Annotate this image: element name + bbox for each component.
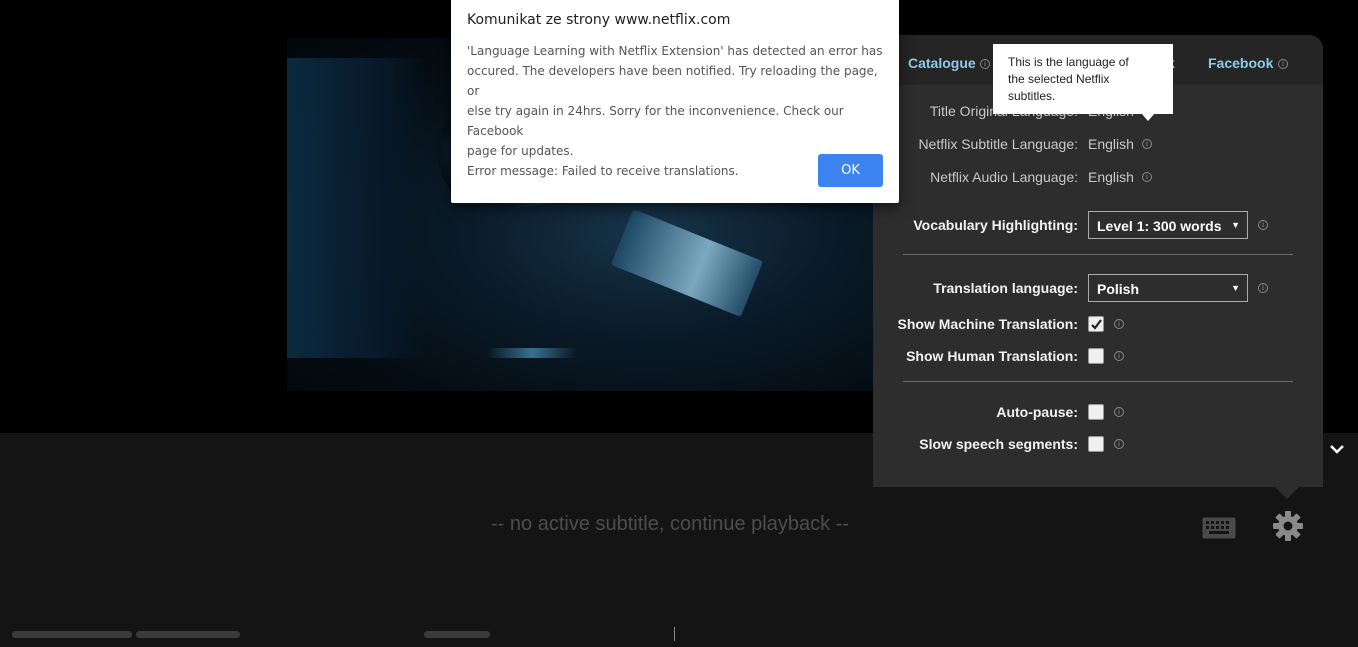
video-scene-wall [287,58,427,358]
ok-button[interactable]: OK [818,154,883,187]
tab-catalogue[interactable]: Catalogue [908,55,976,71]
alert-dialog: Komunikat ze strony www.netflix.com 'Lan… [451,0,899,203]
timeline-segment[interactable] [12,631,132,638]
machine-translation-label: Show Machine Translation: [897,316,1078,332]
tooltip-line: This is the language of [1008,55,1129,69]
translation-language-select[interactable]: Polish ▼ [1088,274,1248,302]
vocabulary-label: Vocabulary Highlighting: [913,217,1078,233]
tooltip-line: subtitles. [1008,89,1056,103]
slow-speech-checkbox[interactable] [1088,436,1104,452]
gear-icon[interactable] [1272,510,1304,542]
dialog-message-line: 'Language Learning with Netflix Extensio… [467,44,883,58]
subtitle-language-tooltip: This is the language of the selected Net… [993,44,1173,114]
info-icon[interactable]: i [1142,139,1152,149]
tooltip-line: the selected Netflix [1008,72,1110,86]
vocabulary-selected-value: Level 1: 300 words [1097,218,1222,234]
dropdown-caret-icon: ▼ [1231,220,1240,230]
timeline-segment[interactable] [136,631,240,638]
video-scene-hand [487,348,577,358]
info-icon[interactable]: i [980,59,990,69]
audio-language-label: Netflix Audio Language: [930,169,1078,185]
info-icon[interactable]: i [1114,319,1124,329]
info-icon[interactable]: i [1278,59,1288,69]
dialog-title: Komunikat ze strony www.netflix.com [467,12,731,28]
timeline-segment[interactable] [424,631,490,638]
chevron-down-icon[interactable] [1328,442,1346,456]
info-icon[interactable]: i [1258,220,1268,230]
no-subtitle-message: -- no active subtitle, continue playback… [491,513,849,535]
auto-pause-checkbox[interactable] [1088,404,1104,420]
tooltip-arrow [1141,113,1155,121]
section-divider [903,381,1293,382]
info-icon[interactable]: i [1258,283,1268,293]
audio-language-value: English [1088,169,1134,185]
dropdown-caret-icon: ▼ [1231,283,1240,293]
info-icon[interactable]: i [1114,407,1124,417]
auto-pause-label: Auto-pause: [996,404,1078,420]
timeline-cursor [674,627,675,641]
info-icon[interactable]: i [1142,172,1152,182]
human-translation-checkbox[interactable] [1088,348,1104,364]
checkmark-icon [1091,319,1102,330]
subtitle-language-value: English [1088,136,1134,152]
dialog-message-line: occured. The developers have been notifi… [467,64,878,98]
machine-translation-checkbox[interactable] [1088,316,1104,332]
info-icon[interactable]: i [1114,439,1124,449]
keyboard-icon[interactable] [1202,517,1236,539]
translation-language-label: Translation language: [933,280,1078,296]
video-scene-book [610,208,764,318]
subtitle-language-label: Netflix Subtitle Language: [918,136,1078,152]
translation-language-selected-value: Polish [1097,281,1140,297]
section-divider [903,254,1293,255]
info-icon[interactable]: i [1114,351,1124,361]
settings-panel-pointer [1274,486,1300,499]
slow-speech-label: Slow speech segments: [919,436,1078,452]
tab-facebook[interactable]: Facebook [1208,55,1273,71]
dialog-message-line: else try again in 24hrs. Sorry for the i… [467,104,844,138]
app-root: -- no active subtitle, continue playback… [0,0,1358,647]
human-translation-label: Show Human Translation: [906,348,1078,364]
vocabulary-select[interactable]: Level 1: 300 words ▼ [1088,211,1248,239]
